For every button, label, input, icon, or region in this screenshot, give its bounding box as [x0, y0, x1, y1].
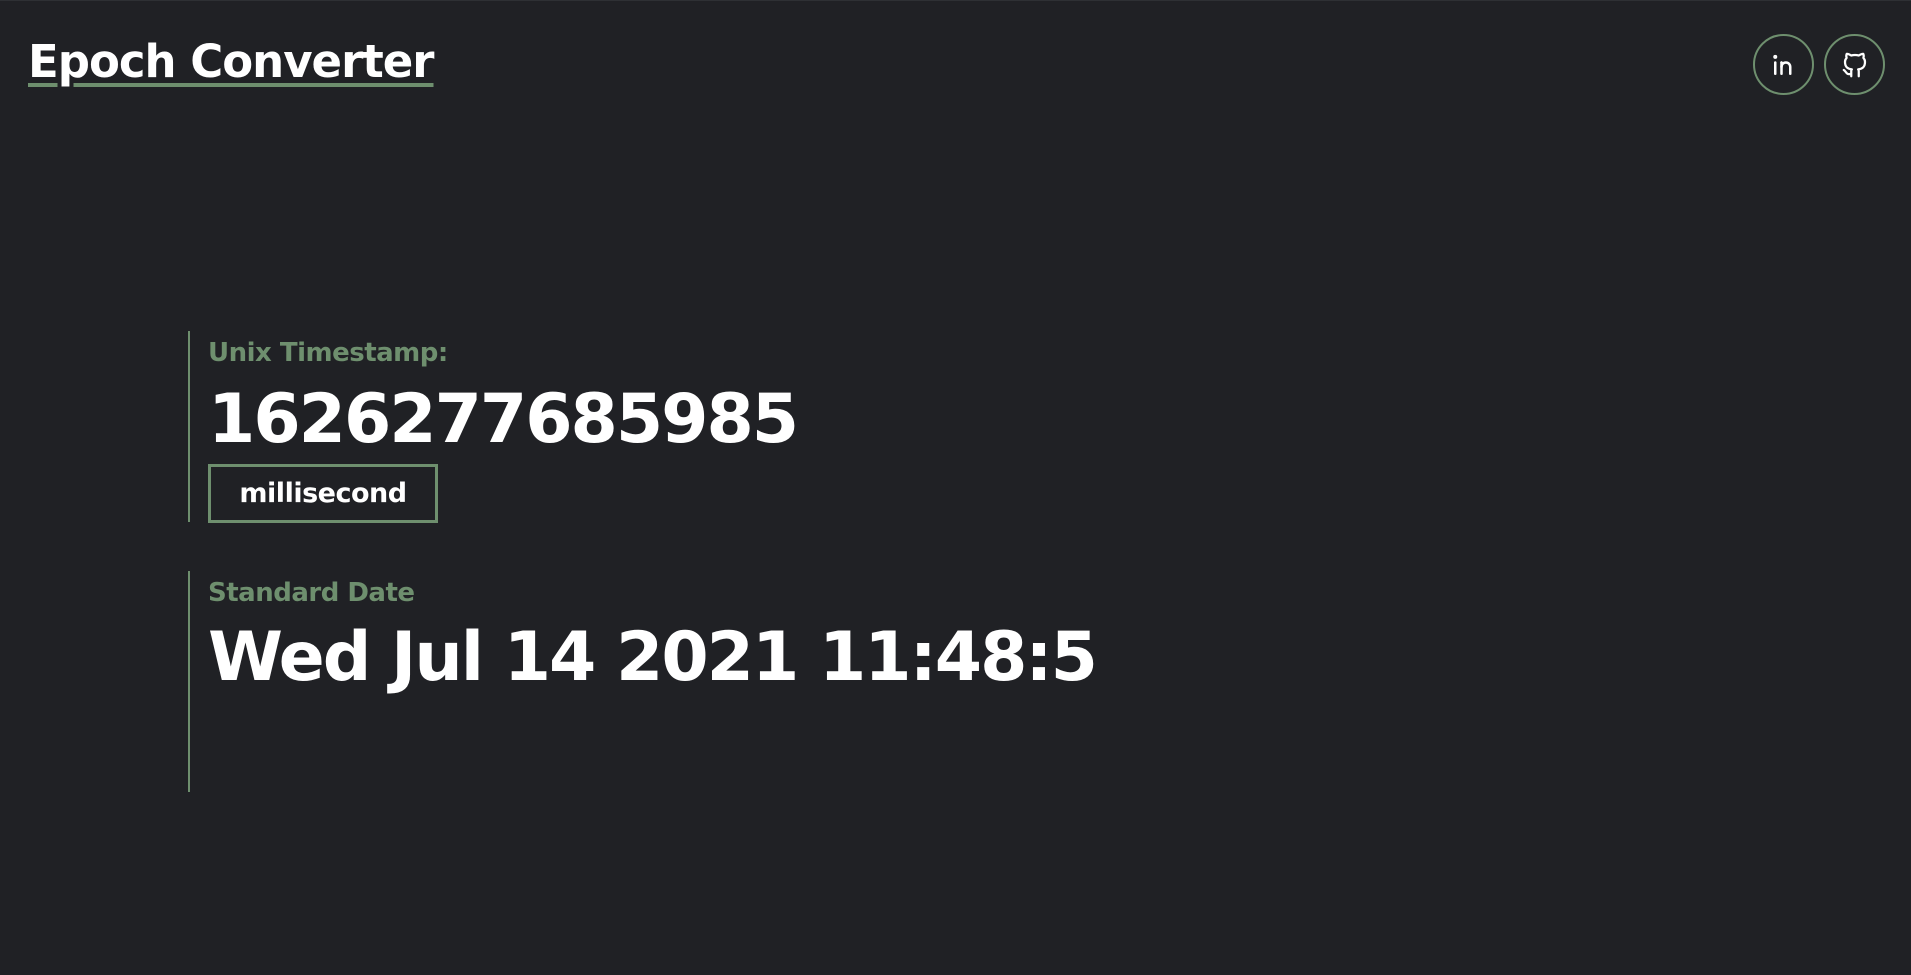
timestamp-section: Unix Timestamp: 1626277685985 millisecon…: [188, 331, 1008, 523]
date-section: Standard Date Wed Jul 14 2021 11:48:5: [188, 571, 1188, 792]
social-links: [1753, 34, 1885, 95]
date-label: Standard Date: [208, 578, 415, 608]
linkedin-button[interactable]: [1753, 34, 1814, 95]
linkedin-icon: [1772, 54, 1791, 75]
unit-toggle-button[interactable]: millisecond: [208, 464, 438, 523]
timestamp-value[interactable]: 1626277685985: [208, 386, 1008, 454]
github-button[interactable]: [1824, 34, 1885, 95]
github-icon: [1842, 52, 1866, 77]
app-title[interactable]: Epoch Converter: [28, 35, 434, 89]
timestamp-label: Unix Timestamp:: [208, 338, 448, 368]
date-value[interactable]: Wed Jul 14 2021 11:48:5: [208, 624, 1188, 692]
